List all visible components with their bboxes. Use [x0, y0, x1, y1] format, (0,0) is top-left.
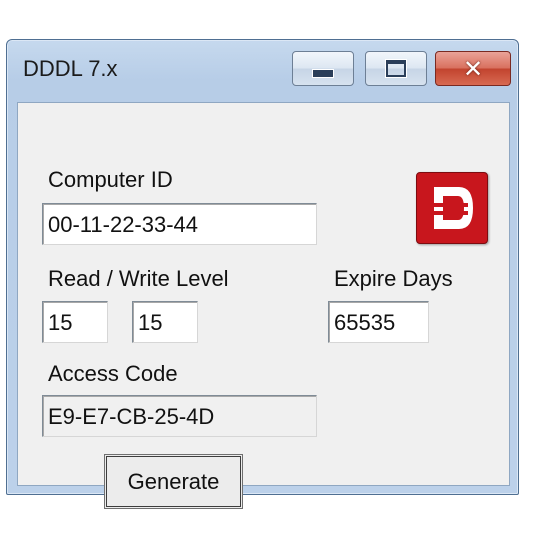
- computer-id-label: Computer ID: [48, 167, 173, 192]
- close-button[interactable]: ✕: [435, 51, 511, 86]
- title-bar[interactable]: DDDL 7.x ✕: [7, 40, 518, 102]
- dddl-logo-icon: [416, 172, 488, 244]
- read-write-level-label: Read / Write Level: [48, 266, 229, 291]
- computer-id-input[interactable]: 00-11-22-33-44: [42, 203, 317, 245]
- write-level-input[interactable]: 15: [132, 301, 198, 343]
- window-title: DDDL 7.x: [23, 56, 118, 81]
- maximize-button[interactable]: [365, 51, 427, 86]
- access-code-output[interactable]: E9-E7-CB-25-4D: [42, 395, 317, 437]
- minimize-button[interactable]: [292, 51, 354, 86]
- dialog-body: Computer ID 00-11-22-33-44 Read / Write …: [17, 102, 510, 509]
- close-icon: ✕: [462, 54, 484, 83]
- expire-days-input[interactable]: 65535: [328, 301, 429, 343]
- minimize-icon: [312, 69, 334, 78]
- expire-days-label: Expire Days: [334, 266, 453, 291]
- generate-button[interactable]: Generate: [104, 454, 243, 509]
- access-code-label: Access Code: [48, 361, 178, 386]
- app-window: DDDL 7.x ✕ Computer ID 00-11-22-33-44 Re…: [6, 39, 519, 509]
- read-level-input[interactable]: 15: [42, 301, 108, 343]
- maximize-icon: [386, 60, 406, 77]
